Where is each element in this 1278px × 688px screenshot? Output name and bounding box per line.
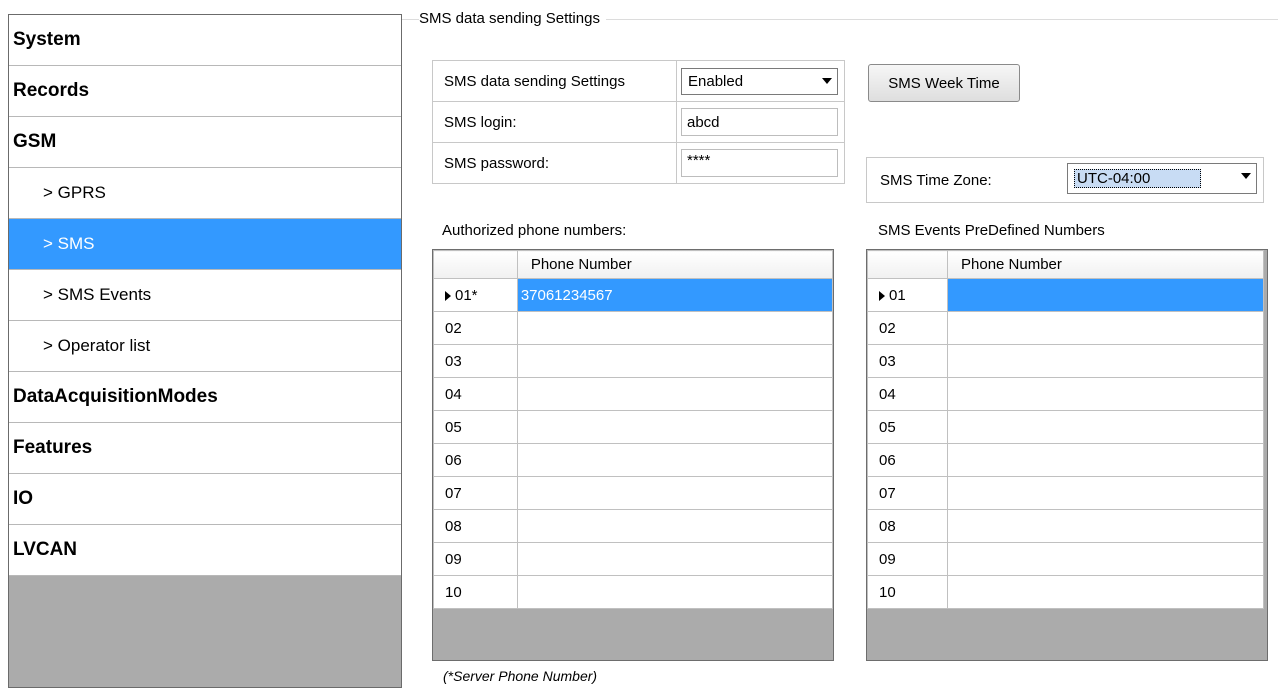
phone-number-cell[interactable]: [516, 443, 834, 477]
phone-number-cell[interactable]: [947, 344, 1264, 378]
phone-number-cell[interactable]: [516, 575, 834, 609]
table-row[interactable]: 05: [867, 410, 1264, 444]
sms-sending-value: Enabled: [688, 72, 744, 90]
sidebar-item-sms-events[interactable]: > SMS Events: [9, 270, 401, 321]
row-header[interactable]: 02: [433, 311, 518, 345]
row-header[interactable]: 06: [867, 443, 948, 477]
timezone-box: SMS Time Zone: UTC-04:00: [866, 157, 1264, 203]
sidebar-item-operator-list[interactable]: > Operator list: [9, 321, 401, 372]
sms-week-time-button[interactable]: SMS Week Time: [868, 64, 1020, 102]
group-box-title: SMS data sending Settings: [419, 10, 606, 27]
sidebar-nav: System Records GSM > GPRS > SMS > SMS Ev…: [8, 14, 402, 688]
predefined-numbers-title: SMS Events PreDefined Numbers: [878, 222, 1105, 239]
row-header[interactable]: 10: [867, 575, 948, 609]
chevron-down-icon: [822, 77, 832, 84]
phone-number-cell[interactable]: [516, 476, 834, 510]
sidebar-item-gsm[interactable]: GSM: [9, 117, 401, 168]
row-header[interactable]: 01: [867, 278, 948, 312]
phone-number-cell[interactable]: [516, 377, 834, 411]
row-header[interactable]: 09: [867, 542, 948, 576]
table-row[interactable]: 09: [867, 542, 1264, 576]
footnote: (*Server Phone Number): [443, 668, 598, 684]
row-header[interactable]: 02: [867, 311, 948, 345]
table-row[interactable]: 04: [867, 377, 1264, 411]
sms-password-label: SMS password:: [432, 142, 677, 184]
timezone-value: UTC-04:00: [1074, 169, 1202, 188]
row-header[interactable]: 05: [433, 410, 518, 444]
table-row[interactable]: 06: [867, 443, 1264, 477]
phone-number-cell[interactable]: [947, 542, 1264, 576]
table-row[interactable]: 08: [433, 509, 834, 543]
grid-corner: [867, 250, 948, 279]
current-row-icon: [445, 290, 451, 301]
row-header[interactable]: 04: [433, 377, 518, 411]
phone-number-cell[interactable]: [516, 344, 834, 378]
timezone-label: SMS Time Zone:: [880, 172, 992, 189]
row-header[interactable]: 05: [867, 410, 948, 444]
row-header[interactable]: 07: [867, 476, 948, 510]
row-header[interactable]: 03: [433, 344, 518, 378]
table-row[interactable]: 05: [433, 410, 834, 444]
row-header[interactable]: 06: [433, 443, 518, 477]
table-row[interactable]: 01: [867, 278, 1264, 312]
phone-number-cell[interactable]: [947, 476, 1264, 510]
phone-number-cell[interactable]: [947, 575, 1264, 609]
phone-number-cell[interactable]: [947, 509, 1264, 543]
sms-password-input[interactable]: ****: [681, 149, 838, 177]
phone-number-cell[interactable]: [516, 311, 834, 345]
table-row[interactable]: 06: [433, 443, 834, 477]
row-header[interactable]: 07: [433, 476, 518, 510]
phone-number-cell[interactable]: [516, 410, 834, 444]
phone-number-cell[interactable]: 37061234567: [516, 278, 834, 312]
timezone-select[interactable]: UTC-04:00: [1067, 163, 1257, 194]
sidebar-item-records[interactable]: Records: [9, 66, 401, 117]
sidebar-item-io[interactable]: IO: [9, 474, 401, 525]
row-header[interactable]: 04: [867, 377, 948, 411]
sidebar-item-data-acquisition-modes[interactable]: DataAcquisitionModes: [9, 372, 401, 423]
phone-number-cell[interactable]: [516, 542, 834, 576]
sms-login-label: SMS login:: [432, 101, 677, 143]
table-row[interactable]: 03: [867, 344, 1264, 378]
settings-table: SMS data sending Settings Enabled SMS lo…: [432, 60, 845, 184]
sidebar-item-features[interactable]: Features: [9, 423, 401, 474]
row-header[interactable]: 01*: [433, 278, 518, 312]
sms-sending-select[interactable]: Enabled: [681, 67, 838, 95]
grid-corner: [433, 250, 518, 279]
phone-number-cell[interactable]: [947, 311, 1264, 345]
row-header[interactable]: 08: [867, 509, 948, 543]
phone-number-cell[interactable]: [947, 377, 1264, 411]
row-header[interactable]: 03: [867, 344, 948, 378]
table-row[interactable]: 03: [433, 344, 834, 378]
authorized-numbers-grid: Phone Number 01* 37061234567 02 03 04 05…: [432, 249, 834, 661]
table-row[interactable]: 07: [867, 476, 1264, 510]
phone-number-cell[interactable]: [516, 509, 834, 543]
row-header[interactable]: 08: [433, 509, 518, 543]
row-header[interactable]: 10: [433, 575, 518, 609]
sidebar-item-gprs[interactable]: > GPRS: [9, 168, 401, 219]
chevron-down-icon: [1241, 173, 1251, 179]
phone-number-cell[interactable]: [947, 278, 1264, 312]
column-header-phone-number[interactable]: Phone Number: [516, 250, 834, 279]
table-row[interactable]: 02: [433, 311, 834, 345]
column-header-phone-number[interactable]: Phone Number: [947, 250, 1264, 279]
sidebar-item-lvcan[interactable]: LVCAN: [9, 525, 401, 576]
table-row[interactable]: 10: [867, 575, 1264, 609]
phone-number-cell[interactable]: [947, 443, 1264, 477]
phone-number-cell[interactable]: [947, 410, 1264, 444]
sms-login-input[interactable]: abcd: [681, 108, 838, 136]
current-row-icon: [879, 290, 885, 301]
predefined-numbers-grid: Phone Number 01 02 03 04 05 06 07 08 09 …: [866, 249, 1268, 661]
sidebar-item-system[interactable]: System: [9, 15, 401, 66]
row-header[interactable]: 09: [433, 542, 518, 576]
table-row[interactable]: 10: [433, 575, 834, 609]
table-row[interactable]: 07: [433, 476, 834, 510]
authorized-numbers-title: Authorized phone numbers:: [442, 222, 627, 239]
table-row[interactable]: 02: [867, 311, 1264, 345]
table-row[interactable]: 08: [867, 509, 1264, 543]
table-row[interactable]: 04: [433, 377, 834, 411]
table-row[interactable]: 01* 37061234567: [433, 278, 834, 312]
sidebar-item-sms[interactable]: > SMS: [9, 219, 401, 270]
sms-sending-label: SMS data sending Settings: [432, 60, 677, 102]
table-row[interactable]: 09: [433, 542, 834, 576]
